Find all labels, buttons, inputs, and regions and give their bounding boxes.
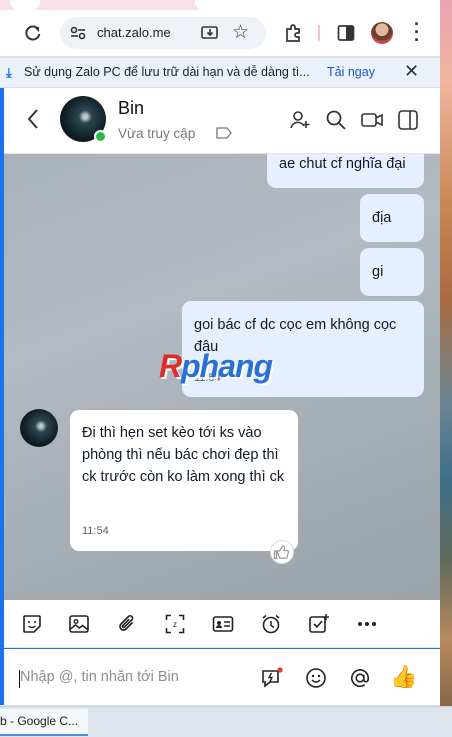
browser-toolbar: chat.zalo.me ☆ · · · [0, 10, 440, 56]
more-options-icon[interactable] [356, 613, 378, 635]
toolbar-separator [318, 25, 320, 41]
zalo-chat-window: Bin Vừa truy cập ae chut cf nghĩa đại đị… [4, 88, 440, 705]
address-bar[interactable]: chat.zalo.me ☆ [60, 17, 266, 49]
tab-active[interactable] [195, 0, 440, 10]
video-call-icon[interactable] [360, 108, 384, 132]
emoji-icon[interactable] [304, 666, 328, 690]
message-input[interactable] [20, 669, 250, 685]
extensions-icon[interactable] [283, 22, 305, 44]
watermark-logo: Rphang [159, 348, 273, 384]
contact-name[interactable]: Bin [118, 98, 144, 119]
message-text: Đi thì hẹn set kèo tới ks vào phòng thì … [82, 425, 285, 485]
attachment-icon[interactable] [116, 613, 138, 635]
mention-icon[interactable] [348, 666, 372, 690]
message-bubble-out[interactable]: địa [360, 194, 424, 242]
message-text: địa [372, 210, 392, 226]
download-now-link[interactable]: Tải ngay [327, 65, 375, 79]
bookmark-star-icon[interactable]: ☆ [232, 21, 249, 44]
reload-icon[interactable] [22, 22, 44, 44]
image-icon[interactable] [68, 613, 90, 635]
message-bubble-out[interactable]: gi [360, 248, 424, 296]
conversation-info-icon[interactable] [396, 108, 420, 132]
download-icon: ⤓ [6, 65, 12, 80]
search-icon[interactable] [324, 108, 348, 132]
reminder-alarm-icon[interactable] [260, 613, 282, 635]
url-text[interactable]: chat.zalo.me [97, 25, 171, 40]
reaction-like-icon[interactable] [270, 540, 294, 564]
taskbar: b - Google C... [0, 706, 452, 737]
info-bar: ⤓ Sử dụng Zalo PC để lưu trữ dài hạn và … [0, 57, 440, 87]
message-text: gi [372, 264, 384, 280]
tab-strip [0, 0, 440, 10]
profile-avatar[interactable] [371, 22, 393, 44]
add-member-icon[interactable] [288, 108, 312, 132]
chat-header: Bin Vừa truy cập [4, 88, 440, 154]
contact-card-icon[interactable] [212, 613, 234, 635]
message-bubble-in[interactable]: Đi thì hẹn set kèo tới ks vào phòng thì … [70, 410, 298, 551]
more-menu-icon[interactable]: · · · [412, 15, 422, 49]
send-like-button[interactable]: 👍 [390, 665, 417, 689]
composer: 👍 [4, 648, 440, 705]
taskbar-item-chrome[interactable]: b - Google C... [0, 709, 88, 736]
screenshot-icon[interactable]: z [164, 613, 186, 635]
online-indicator [94, 130, 107, 143]
tag-icon[interactable] [216, 127, 232, 139]
site-settings-icon[interactable] [68, 23, 88, 43]
quick-message-icon[interactable] [260, 666, 284, 690]
message-text: ae chut cf nghĩa đại [279, 156, 406, 172]
svg-text:z: z [173, 620, 177, 629]
composer-toolbar: z [4, 600, 440, 648]
tab[interactable] [10, 0, 40, 10]
message-time: 11:54 [82, 525, 109, 537]
side-panel-icon[interactable] [336, 23, 356, 43]
message-list[interactable]: ae chut cf nghĩa đại địa gi goi bác cf d… [4, 154, 440, 600]
info-bar-message: Sử dụng Zalo PC để lưu trữ dài hạn và dễ… [24, 65, 310, 79]
contact-status: Vừa truy cập [118, 126, 196, 141]
desktop-wallpaper [440, 0, 452, 737]
install-app-icon[interactable] [200, 23, 220, 43]
close-icon[interactable]: ✕ [404, 61, 419, 82]
sender-avatar[interactable] [20, 409, 58, 447]
message-bubble-out[interactable]: ae chut cf nghĩa đại [267, 154, 424, 188]
task-assign-icon[interactable] [308, 613, 330, 635]
sticker-icon[interactable] [21, 613, 43, 635]
back-icon[interactable] [26, 107, 40, 131]
